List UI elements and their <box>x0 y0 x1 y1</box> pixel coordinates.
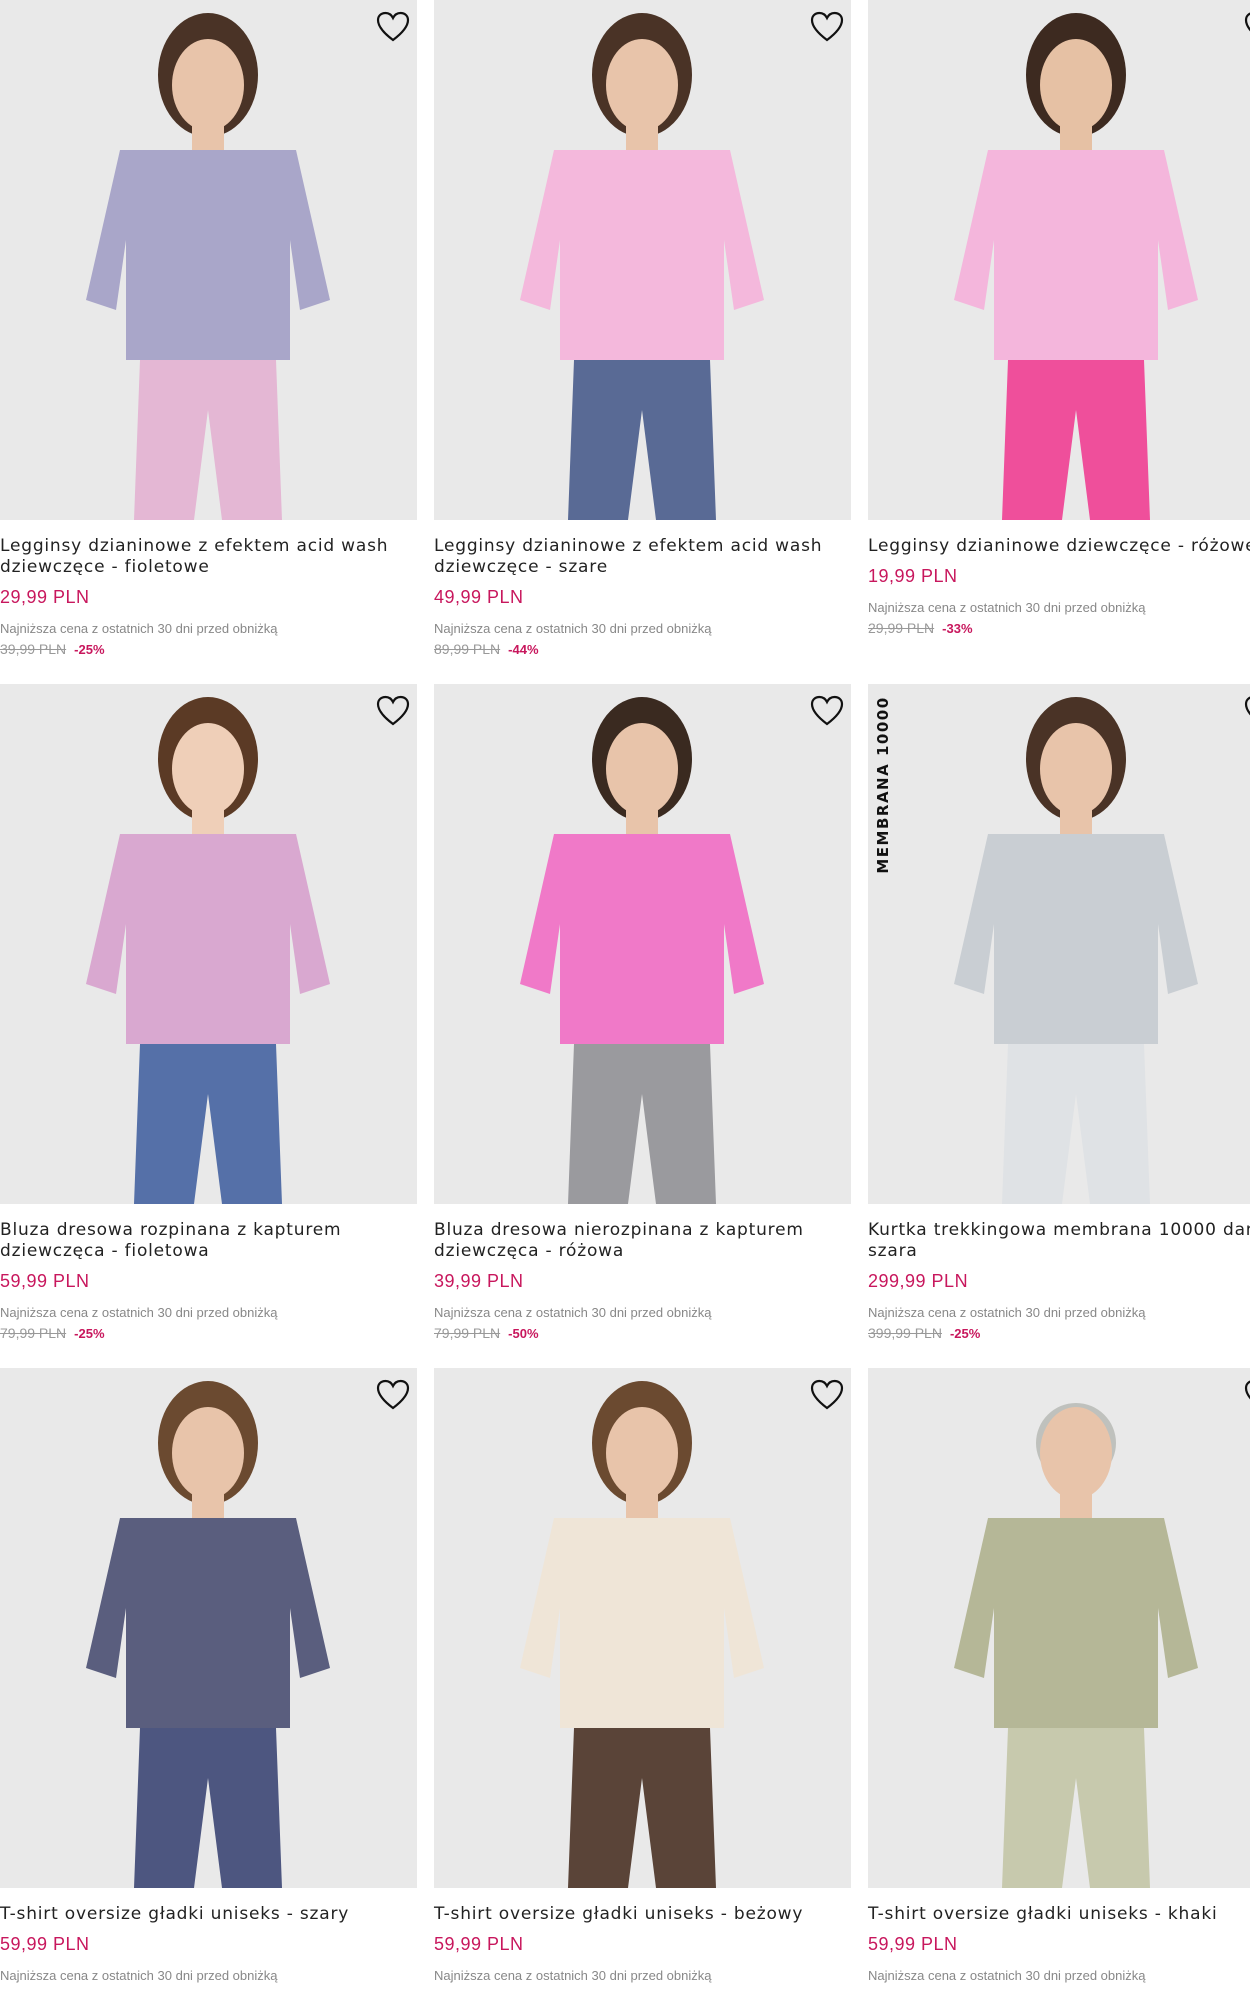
previous-price-row: 399,99 PLN -25% <box>868 1325 1250 1341</box>
product-photo <box>520 1381 764 1888</box>
discount-badge: -25% <box>74 642 105 657</box>
product-photo <box>954 1403 1198 1888</box>
old-price: 399,99 PLN <box>868 1325 942 1341</box>
product-title[interactable]: T-shirt oversize gładki uniseks - szary <box>0 1904 460 1925</box>
product-price: 59,99 PLN <box>868 1934 958 1954</box>
old-price: 89,99 PLN <box>434 641 501 657</box>
wishlist-heart-icon[interactable] <box>1243 1378 1250 1412</box>
product-title[interactable]: Bluza dresowa rozpinana z kapturem dziew… <box>0 1220 460 1262</box>
product-card[interactable]: T-shirt oversize gładki uniseks - beżowy… <box>434 1368 851 1983</box>
product-photo <box>86 1381 330 1888</box>
product-photo <box>520 697 764 1204</box>
old-price: 79,99 PLN <box>0 1325 67 1341</box>
wishlist-heart-icon[interactable] <box>375 1378 411 1412</box>
discount-badge: -33% <box>942 621 973 636</box>
lowest-price-note: Najniższa cena z ostatnich 30 dni przed … <box>868 600 1146 615</box>
product-title[interactable]: Kurtka trekkingowa membrana 10000 damska… <box>868 1220 1250 1262</box>
wishlist-heart-icon[interactable] <box>809 694 845 728</box>
product-price: 49,99 PLN <box>434 587 524 607</box>
product-price: 19,99 PLN <box>868 566 958 586</box>
old-price: 79,99 PLN <box>434 1325 501 1341</box>
previous-price-row: 79,99 PLN -50% <box>434 1325 851 1341</box>
product-card[interactable]: MEMBRANA 10000 Kurtka trekkingowa membra… <box>868 684 1250 1341</box>
product-card[interactable]: Legginsy dzianinowe z efektem acid wash … <box>434 0 851 657</box>
product-card[interactable]: T-shirt oversize gładki uniseks - khaki … <box>868 1368 1250 1983</box>
discount-badge: -44% <box>508 642 539 657</box>
product-title[interactable]: Legginsy dzianinowe z efektem acid wash … <box>434 536 894 578</box>
product-card[interactable]: Legginsy dzianinowe z efektem acid wash … <box>0 0 417 657</box>
product-price: 59,99 PLN <box>0 1934 90 1954</box>
wishlist-heart-icon[interactable] <box>809 1378 845 1412</box>
wishlist-heart-icon[interactable] <box>1243 10 1250 44</box>
previous-price-row: 39,99 PLN -25% <box>0 641 417 657</box>
product-card[interactable]: Bluza dresowa nierozpinana z kapturem dz… <box>434 684 851 1341</box>
product-price: 59,99 PLN <box>0 1271 90 1291</box>
product-title[interactable]: Legginsy dzianinowe dziewczęce - różowe <box>868 536 1250 557</box>
product-photo <box>954 13 1198 520</box>
wishlist-heart-icon[interactable] <box>375 10 411 44</box>
product-image[interactable] <box>434 0 851 520</box>
product-price: 59,99 PLN <box>434 1934 524 1954</box>
lowest-price-note: Najniższa cena z ostatnich 30 dni przed … <box>434 1305 712 1320</box>
product-image[interactable] <box>868 0 1250 520</box>
lowest-price-note: Najniższa cena z ostatnich 30 dni przed … <box>0 1305 278 1320</box>
product-title[interactable]: Bluza dresowa nierozpinana z kapturem dz… <box>434 1220 894 1262</box>
previous-price-row: 79,99 PLN -25% <box>0 1325 417 1341</box>
product-photo <box>86 697 330 1204</box>
product-price: 299,99 PLN <box>868 1271 969 1291</box>
product-price: 39,99 PLN <box>434 1271 524 1291</box>
product-title[interactable]: T-shirt oversize gładki uniseks - khaki <box>868 1904 1250 1925</box>
product-card[interactable]: T-shirt oversize gładki uniseks - szary … <box>0 1368 417 1983</box>
product-price: 29,99 PLN <box>0 587 90 607</box>
lowest-price-note: Najniższa cena z ostatnich 30 dni przed … <box>434 1968 712 1983</box>
lowest-price-note: Najniższa cena z ostatnich 30 dni przed … <box>868 1305 1146 1320</box>
product-photo <box>86 13 330 520</box>
previous-price-row: 89,99 PLN -44% <box>434 641 851 657</box>
product-card[interactable]: Legginsy dzianinowe dziewczęce - różowe … <box>868 0 1250 636</box>
product-image[interactable] <box>0 684 417 1204</box>
membrane-badge: MEMBRANA 10000 <box>874 696 892 874</box>
product-image[interactable]: MEMBRANA 10000 <box>868 684 1250 1204</box>
wishlist-heart-icon[interactable] <box>809 10 845 44</box>
product-title[interactable]: T-shirt oversize gładki uniseks - beżowy <box>434 1904 894 1925</box>
product-image[interactable] <box>0 1368 417 1888</box>
lowest-price-note: Najniższa cena z ostatnich 30 dni przed … <box>868 1968 1146 1983</box>
old-price: 39,99 PLN <box>0 641 67 657</box>
previous-price-row: 29,99 PLN -33% <box>868 620 1250 636</box>
lowest-price-note: Najniższa cena z ostatnich 30 dni przed … <box>0 621 278 636</box>
discount-badge: -25% <box>949 1326 981 1341</box>
discount-badge: -50% <box>508 1326 539 1341</box>
product-image[interactable] <box>868 1368 1250 1888</box>
wishlist-heart-icon[interactable] <box>1243 694 1250 728</box>
wishlist-heart-icon[interactable] <box>375 694 411 728</box>
product-photo <box>954 697 1198 1204</box>
product-image[interactable] <box>0 0 417 520</box>
product-card[interactable]: Bluza dresowa rozpinana z kapturem dziew… <box>0 684 417 1341</box>
lowest-price-note: Najniższa cena z ostatnich 30 dni przed … <box>0 1968 278 1983</box>
lowest-price-note: Najniższa cena z ostatnich 30 dni przed … <box>434 621 712 636</box>
product-title[interactable]: Legginsy dzianinowe z efektem acid wash … <box>0 536 460 578</box>
product-photo <box>520 13 764 520</box>
old-price: 29,99 PLN <box>868 620 935 636</box>
discount-badge: -25% <box>74 1326 105 1341</box>
product-image[interactable] <box>434 684 851 1204</box>
product-image[interactable] <box>434 1368 851 1888</box>
